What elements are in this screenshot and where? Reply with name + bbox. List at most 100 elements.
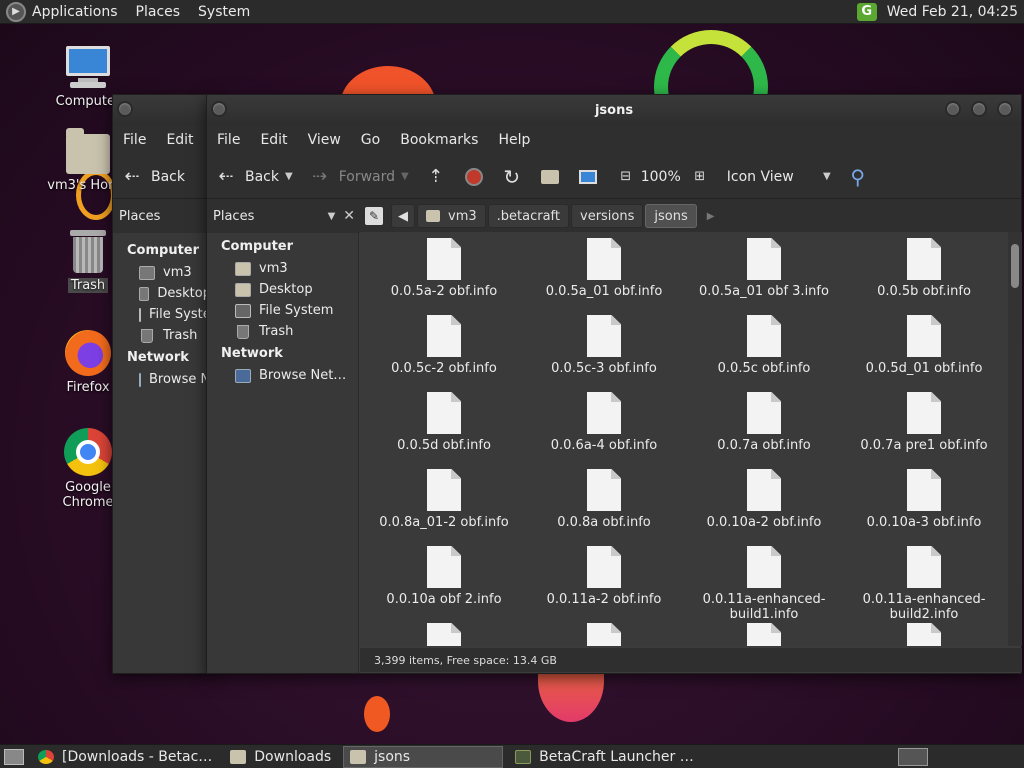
file-item[interactable]: 0.0.5c obf.info xyxy=(684,315,844,376)
file-name: 0.0.10a-3 obf.info xyxy=(866,515,982,530)
file-item[interactable]: 0.0.10a-3 obf.info xyxy=(844,469,1004,530)
menu-edit[interactable]: Edit xyxy=(156,132,203,148)
sidebar-item-label: Desktop xyxy=(259,282,313,297)
back-history-dropdown[interactable]: ▼ xyxy=(285,171,293,182)
window-menu-button[interactable] xyxy=(117,101,133,117)
places-selector[interactable]: Places xyxy=(113,209,160,224)
sidebar-item-vm3[interactable]: vm3 xyxy=(207,258,358,279)
reload-button[interactable]: ↻ xyxy=(493,160,531,194)
back-button[interactable]: ⇠ Back xyxy=(113,160,193,194)
document-icon xyxy=(907,315,941,357)
sidebar-header-network: Network xyxy=(221,346,283,361)
file-name: 0.0.11a-enhanced-build2.info xyxy=(862,592,986,622)
file-item[interactable]: 0.0.8a_01-2 obf.info xyxy=(364,469,524,530)
breadcrumb-versions[interactable]: versions xyxy=(571,204,644,228)
breadcrumb-betacraft[interactable]: .betacraft xyxy=(487,204,569,228)
file-item[interactable]: 0.0.7a pre1 obf.info xyxy=(844,392,1004,453)
view-mode-select[interactable]: Icon View ▼ xyxy=(719,160,839,194)
task-betacraft[interactable]: BetaCraft Launcher … xyxy=(509,746,700,768)
file-item[interactable]: 0.0.5c-2 obf.info xyxy=(364,315,524,376)
sidebar-item-filesystem[interactable]: File System xyxy=(113,304,211,325)
menu-view[interactable]: View xyxy=(298,132,351,148)
sidebar-item-desktop[interactable]: Desktop xyxy=(113,283,211,304)
zoom-out-button[interactable]: ⊟ xyxy=(607,160,641,194)
zoom-in-button[interactable]: ⊞ xyxy=(685,160,719,194)
computer-button[interactable] xyxy=(569,160,607,194)
sidebar-item-filesystem[interactable]: File System xyxy=(207,300,358,321)
file-item[interactable]: 0.0.5c-3 obf.info xyxy=(524,315,684,376)
file-item[interactable]: 0.0.5a_01 obf 3.info xyxy=(684,238,844,299)
file-item[interactable]: 0.0.11a-enhanced-build2.info xyxy=(844,546,1004,622)
vertical-scrollbar[interactable] xyxy=(1008,232,1022,646)
show-desktop-icon[interactable] xyxy=(4,748,24,765)
sidebar-item-vm3[interactable]: vm3 xyxy=(113,262,211,283)
sidebar-item-desktop[interactable]: Desktop xyxy=(207,279,358,300)
chevron-down-icon: ▼ xyxy=(327,210,336,222)
workspace-switcher[interactable] xyxy=(898,747,928,766)
sidebar-item-browse-network[interactable]: Browse Net… xyxy=(207,365,358,386)
file-name: 0.0.5d_01 obf.info xyxy=(865,361,983,376)
menu-file[interactable]: File xyxy=(207,132,250,148)
home-button[interactable] xyxy=(531,160,569,194)
path-scroll-right[interactable]: ▶ xyxy=(707,211,715,222)
forward-arrow-icon: ⇢ xyxy=(312,166,328,187)
path-scroll-left[interactable]: ◀ xyxy=(391,204,415,228)
task-jsons[interactable]: jsons xyxy=(343,745,504,768)
edit-location-icon[interactable]: ✎ xyxy=(365,207,383,225)
update-manager-icon[interactable]: G xyxy=(856,2,877,21)
file-item[interactable]: 0.0.11a-2 obf.info xyxy=(524,546,684,607)
menu-edit[interactable]: Edit xyxy=(250,132,297,148)
forward-button[interactable]: ⇢ Forward ▼ xyxy=(301,160,417,194)
file-item-partial[interactable] xyxy=(844,623,1004,646)
search-button[interactable]: ⚲ xyxy=(839,160,877,194)
close-button[interactable] xyxy=(997,101,1013,117)
task-downloads[interactable]: Downloads xyxy=(224,746,337,768)
file-item[interactable]: 0.0.7a obf.info xyxy=(684,392,844,453)
file-item[interactable]: 0.0.11a-enhanced-build1.info xyxy=(684,546,844,622)
up-button[interactable]: ⇡ xyxy=(417,160,455,194)
clock[interactable]: Wed Feb 21, 04:25 xyxy=(887,4,1018,20)
file-item[interactable]: 0.0.10a-2 obf.info xyxy=(684,469,844,530)
applications-menu[interactable]: Applications xyxy=(32,4,118,20)
file-item[interactable]: 0.0.5d obf.info xyxy=(364,392,524,453)
back-file-manager-window[interactable]: File Edit ⇠ Back Places Computer vm3 Des… xyxy=(112,94,212,674)
menu-help[interactable]: Help xyxy=(488,132,540,148)
system-menu[interactable]: System xyxy=(198,4,250,20)
drive-icon xyxy=(235,303,251,318)
file-icon-view[interactable]: 0.0.5a-2 obf.info 0.0.5a_01 obf.info 0.0.5… xyxy=(360,232,1008,646)
desktop-folder-icon xyxy=(139,286,150,301)
file-item[interactable]: 0.0.6a-4 obf.info xyxy=(524,392,684,453)
menu-go[interactable]: Go xyxy=(351,132,390,148)
scrollbar-thumb[interactable] xyxy=(1011,244,1019,288)
file-item[interactable]: 0.0.10a obf 2.info xyxy=(364,546,524,607)
file-item[interactable]: 0.0.5a_01 obf.info xyxy=(524,238,684,299)
sidebar-item-trash[interactable]: Trash xyxy=(113,325,211,346)
places-selector[interactable]: Places ▼ ✕ xyxy=(207,208,359,224)
file-item-partial[interactable] xyxy=(364,623,524,646)
sidebar-item-label: Browse Network xyxy=(149,372,211,387)
breadcrumb-jsons[interactable]: jsons xyxy=(645,204,697,228)
sidebar-item-browse-network[interactable]: Browse Network xyxy=(113,369,211,390)
file-item[interactable]: 0.0.8a obf.info xyxy=(524,469,684,530)
file-item-partial[interactable] xyxy=(524,623,684,646)
stop-button[interactable] xyxy=(455,160,493,194)
close-sidebar-icon[interactable]: ✕ xyxy=(343,208,355,224)
maximize-button[interactable] xyxy=(971,101,987,117)
minimize-button[interactable] xyxy=(945,101,961,117)
file-item[interactable]: 0.0.5a-2 obf.info xyxy=(364,238,524,299)
window-menu-button[interactable] xyxy=(211,101,227,117)
places-menu[interactable]: Places xyxy=(136,4,181,20)
back-button[interactable]: ⇠ Back ▼ xyxy=(207,160,301,194)
window-titlebar[interactable] xyxy=(113,95,211,125)
menu-bookmarks[interactable]: Bookmarks xyxy=(390,132,488,148)
task-chrome-downloads[interactable]: [Downloads - Betac… xyxy=(32,746,218,768)
file-item-partial[interactable] xyxy=(684,623,844,646)
file-item[interactable]: 0.0.5b obf.info xyxy=(844,238,1004,299)
file-item[interactable]: 0.0.5d_01 obf.info xyxy=(844,315,1004,376)
mate-menu-icon[interactable]: ▶ xyxy=(6,1,26,22)
breadcrumb-vm3[interactable]: vm3 xyxy=(417,204,486,228)
forward-history-dropdown[interactable]: ▼ xyxy=(401,171,409,182)
sidebar-item-trash[interactable]: Trash xyxy=(207,321,358,342)
window-titlebar[interactable]: jsons xyxy=(207,95,1021,125)
menu-file[interactable]: File xyxy=(113,132,156,148)
